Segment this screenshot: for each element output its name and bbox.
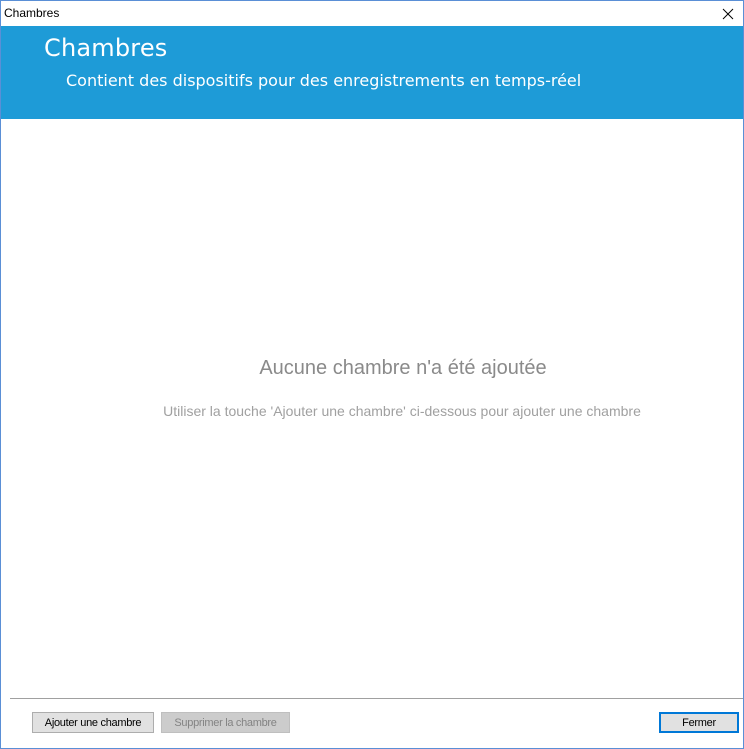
empty-state-hint: Utiliser la touche 'Ajouter une chambre'… xyxy=(163,403,641,419)
add-room-button[interactable]: Ajouter une chambre xyxy=(32,712,154,733)
rooms-list-area: Aucune chambre n'a été ajoutée Utiliser … xyxy=(1,119,743,697)
chambres-dialog: Chambres Chambres Contient des dispositi… xyxy=(0,0,744,749)
close-button[interactable]: Fermer xyxy=(659,712,739,733)
empty-state-title: Aucune chambre n'a été ajoutée xyxy=(259,357,547,379)
window-title: Chambres xyxy=(4,6,60,20)
header-subtitle: Contient des dispositifs pour des enregi… xyxy=(66,71,582,90)
remove-room-button[interactable]: Supprimer la chambre xyxy=(161,712,290,733)
header-banner: Chambres Contient des dispositifs pour d… xyxy=(1,26,743,119)
header-title: Chambres xyxy=(44,34,168,62)
title-bar[interactable]: Chambres xyxy=(1,1,743,26)
window-close-button[interactable] xyxy=(713,1,743,26)
footer-bar: Ajouter une chambre Supprimer la chambre… xyxy=(1,699,743,748)
close-icon xyxy=(722,8,734,19)
